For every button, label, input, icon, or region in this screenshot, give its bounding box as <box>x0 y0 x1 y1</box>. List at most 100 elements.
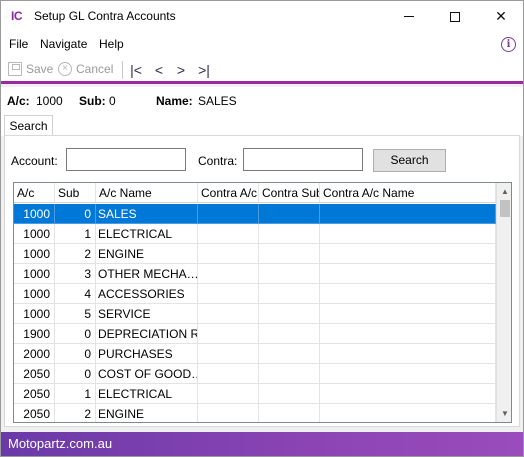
maximize-button[interactable] <box>432 1 478 32</box>
column-header-contra-name[interactable]: Contra A/c Name <box>320 183 496 203</box>
column-header-ac-name[interactable]: A/c Name <box>96 183 198 203</box>
grid-header: A/c Sub A/c Name Contra A/c Contra Sub C… <box>14 183 496 203</box>
cell-ac-name: ELECTRICAL <box>96 224 198 244</box>
previous-icon: < <box>154 62 164 78</box>
menu-help[interactable]: Help <box>99 37 124 51</box>
cell-sub: 1 <box>55 224 96 244</box>
cell-contra-name <box>320 224 496 244</box>
cell-contra-sub <box>259 304 320 324</box>
column-header-ac[interactable]: A/c <box>14 183 55 203</box>
menu-bar: File Navigate Help i <box>1 32 523 56</box>
cell-contra-sub <box>259 264 320 284</box>
cell-contra-sub <box>259 204 320 224</box>
table-row[interactable]: 1000 3 OTHER MECHA… <box>14 264 496 284</box>
cell-sub: 0 <box>55 344 96 364</box>
cell-contra-ac <box>198 244 259 264</box>
column-header-sub[interactable]: Sub <box>55 183 96 203</box>
cell-sub: 0 <box>55 324 96 344</box>
save-button[interactable]: Save <box>8 62 53 76</box>
minimize-button[interactable] <box>386 1 432 32</box>
cell-contra-name <box>320 204 496 224</box>
search-button[interactable]: Search <box>373 149 446 172</box>
cancel-button[interactable]: × Cancel <box>58 62 113 76</box>
menu-file[interactable]: File <box>9 37 28 51</box>
cell-ac: 1000 <box>14 264 55 284</box>
column-header-contra-ac[interactable]: Contra A/c <box>198 183 259 203</box>
cell-ac: 2050 <box>14 404 55 422</box>
cell-contra-ac <box>198 384 259 404</box>
cell-contra-name <box>320 264 496 284</box>
menu-navigate[interactable]: Navigate <box>40 37 87 51</box>
vertical-scrollbar[interactable]: ▲ ▼ <box>496 183 511 422</box>
table-row[interactable]: 1000 2 ENGINE <box>14 244 496 264</box>
status-bar: Motopartz.com.au <box>1 432 523 456</box>
next-record-button[interactable]: > <box>172 60 190 80</box>
record-summary: A/c: 1000 Sub: 0 Name: SALES <box>1 87 523 113</box>
cell-ac: 1000 <box>14 204 55 224</box>
name-label: Name: <box>156 94 193 108</box>
cell-contra-sub <box>259 404 320 422</box>
scroll-thumb[interactable] <box>500 200 510 217</box>
cell-ac-name: ENGINE <box>96 404 198 422</box>
cell-ac: 2050 <box>14 384 55 404</box>
cell-ac: 2000 <box>14 344 55 364</box>
last-icon: >| <box>198 62 210 78</box>
table-row[interactable]: 19000DEPRECIATION R… <box>14 324 496 344</box>
cell-contra-sub <box>259 324 320 344</box>
cell-contra-ac <box>198 304 259 324</box>
cell-contra-ac <box>198 224 259 244</box>
cell-contra-name <box>320 244 496 264</box>
cell-contra-ac <box>198 404 259 422</box>
table-row[interactable]: 2050 0 COST OF GOOD… <box>14 364 496 384</box>
maximize-icon <box>450 11 460 22</box>
close-button[interactable]: ✕ <box>478 1 524 32</box>
scroll-down-icon[interactable]: ▼ <box>497 405 511 422</box>
cell-ac: 2050 <box>14 364 55 384</box>
table-row[interactable]: 1000 4 ACCESSORIES <box>14 284 496 304</box>
scroll-up-icon[interactable]: ▲ <box>497 183 511 200</box>
account-input[interactable] <box>66 148 186 171</box>
cell-ac: 1900 <box>14 324 55 344</box>
cell-sub: 2 <box>55 244 96 264</box>
cell-sub: 5 <box>55 304 96 324</box>
save-button-label: Save <box>26 62 54 76</box>
table-row[interactable]: 2050 1 ELECTRICAL <box>14 384 496 404</box>
cell-ac-name: SALES <box>96 204 198 224</box>
contra-input[interactable] <box>243 148 363 171</box>
column-header-contra-sub[interactable]: Contra Sub <box>259 183 320 203</box>
cell-ac-name: ELECTRICAL <box>96 384 198 404</box>
cell-ac: 1000 <box>14 304 55 324</box>
cell-sub: 4 <box>55 284 96 304</box>
cell-sub: 0 <box>55 204 96 224</box>
table-row[interactable]: 1000 1 ELECTRICAL <box>14 224 496 244</box>
cell-contra-ac <box>198 264 259 284</box>
previous-record-button[interactable]: < <box>150 60 168 80</box>
table-row[interactable]: 2000 0 PURCHASES <box>14 344 496 364</box>
cancel-icon: × <box>58 62 72 76</box>
cell-contra-ac <box>198 324 259 344</box>
cell-contra-ac <box>198 204 259 224</box>
cell-contra-sub <box>259 224 320 244</box>
table-row[interactable]: 1000 5 SERVICE <box>14 304 496 324</box>
cell-ac-name: COST OF GOOD… <box>96 364 198 384</box>
cancel-button-label: Cancel <box>76 62 114 76</box>
cell-contra-name <box>320 324 496 344</box>
cell-contra-ac <box>198 344 259 364</box>
cell-contra-ac <box>198 284 259 304</box>
table-row[interactable]: 2050 2 ENGINE <box>14 404 496 422</box>
last-record-button[interactable]: >| <box>195 60 213 80</box>
table-row[interactable]: 1000 0 SALES <box>14 204 496 224</box>
cell-contra-sub <box>259 244 320 264</box>
ac-value: 1000 <box>36 94 63 108</box>
first-record-button[interactable]: |< <box>127 60 145 80</box>
status-text: Motopartz.com.au <box>8 436 113 451</box>
window-title: Setup GL Contra Accounts <box>34 9 176 23</box>
tab-search[interactable]: Search <box>4 115 53 137</box>
account-label: Account: <box>11 154 58 168</box>
cell-ac-name: ENGINE <box>96 244 198 264</box>
sub-value: 0 <box>109 94 116 108</box>
cell-ac-name: SERVICE <box>96 304 198 324</box>
next-icon: > <box>176 62 186 78</box>
main-window: IC Setup GL Contra Accounts ✕ File Navig… <box>0 0 524 457</box>
info-icon[interactable]: i <box>501 37 516 52</box>
